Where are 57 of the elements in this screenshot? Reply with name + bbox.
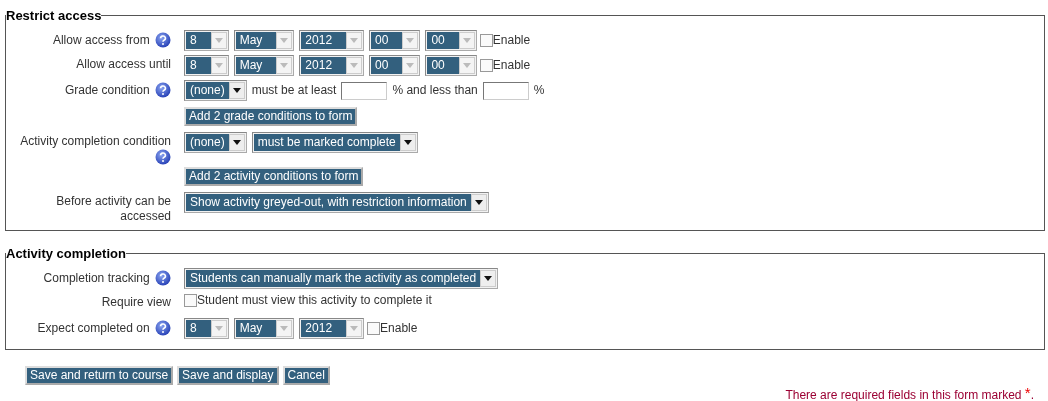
input-field[interactable] [341,81,388,100]
help-icon[interactable] [155,149,171,165]
form-button[interactable]: Save and return to course [25,366,174,385]
help-icon[interactable] [155,270,171,286]
dropdown[interactable]: Students can manually mark the activity as completed [184,268,499,289]
checkbox-label: Student must view this activity to complete it [197,293,432,308]
caret-icon [280,38,289,43]
dropdown[interactable]: Show activity greyed-out, with restriction information [184,192,489,213]
caret-icon [474,200,483,205]
caret-icon [462,38,471,43]
form-button[interactable]: Add 2 activity conditions to form [184,167,364,186]
form-button[interactable]: Save and display [177,366,279,385]
checkbox-label: Enable [380,321,418,336]
field-text: % [533,83,545,98]
checkbox-label: Enable [492,58,531,73]
field-label: Completion tracking [43,271,150,285]
caret-icon [232,88,241,93]
form-button[interactable]: Cancel [282,366,330,385]
checkbox[interactable] [479,34,493,47]
required-note: There are required fields in this form marked *. [785,388,1034,401]
caret-icon [214,38,223,43]
form-button[interactable]: Add 2 grade conditions to form [184,107,358,126]
caret-icon [462,63,471,68]
field-label: Before activity can be accessed [56,194,171,223]
caret-icon [214,63,223,68]
caret-icon [406,63,415,68]
field-label: Expect completed on [37,321,150,335]
caret-icon [403,140,412,145]
checkbox[interactable] [479,59,493,72]
dropdown[interactable]: must be marked complete [251,132,418,153]
caret-icon [484,276,493,281]
caret-icon [406,38,415,43]
dropdown[interactable]: (none) [184,132,247,153]
caret-icon [350,63,359,68]
field-text: % and less than [392,83,478,98]
help-icon[interactable] [155,320,171,336]
checkbox[interactable] [367,322,381,335]
input-field[interactable] [482,81,529,100]
section-legend: Restrict access [6,9,102,22]
checkbox[interactable] [184,293,197,307]
field-label: Require view [101,295,171,309]
field-label: Grade condition [64,83,150,97]
help-icon[interactable] [155,32,171,48]
caret-icon [350,326,359,331]
caret-icon [280,326,289,331]
checkbox-label: Enable [492,33,531,48]
dropdown[interactable]: (none) [184,80,247,101]
caret-icon [214,326,223,331]
caret-icon [232,140,241,145]
help-icon[interactable] [155,82,171,98]
field-label: Activity completion condition [20,134,171,148]
field-label: Allow access from [52,33,150,47]
field-text: must be at least [251,83,337,98]
caret-icon [350,38,359,43]
caret-icon [280,63,289,68]
section-legend: Activity completion [6,247,126,260]
field-label: Allow access until [76,57,171,71]
